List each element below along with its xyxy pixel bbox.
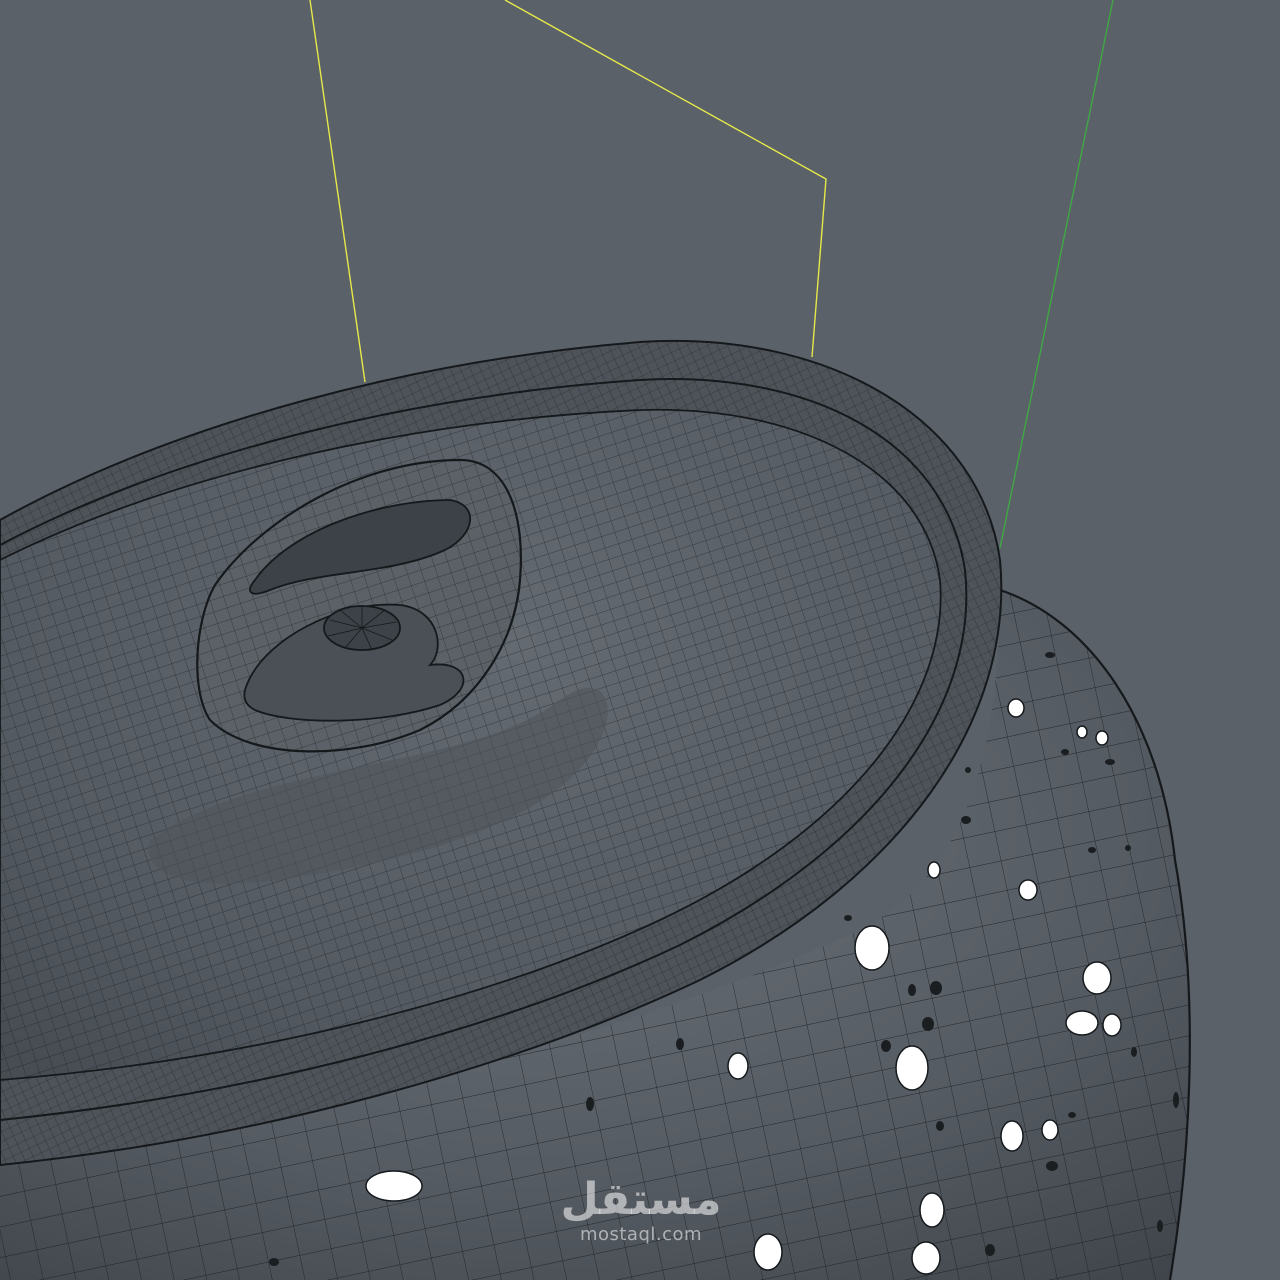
droplet (1018, 879, 1038, 901)
guide-line-secondary (999, 0, 1114, 549)
droplet (1065, 1010, 1099, 1036)
speck (922, 1017, 934, 1031)
guide-line-primary (309, 0, 366, 383)
speck (269, 1258, 279, 1266)
droplet (1076, 725, 1088, 739)
droplet (1007, 698, 1025, 718)
speck (1157, 1220, 1163, 1232)
3d-viewport[interactable]: مستقل mostaql.com (0, 0, 1280, 1280)
droplet (854, 925, 890, 971)
speck (1045, 652, 1055, 658)
droplet (1095, 730, 1109, 746)
speck (1131, 1047, 1137, 1057)
droplet (1000, 1120, 1024, 1152)
droplet (1102, 1013, 1122, 1037)
droplet (919, 1192, 945, 1228)
speck (1125, 845, 1131, 851)
speck (1173, 1092, 1179, 1108)
droplet (927, 861, 941, 879)
speck (985, 1244, 995, 1256)
droplet (911, 1241, 941, 1275)
speck (1046, 1161, 1058, 1171)
speck (881, 1040, 891, 1052)
guide-line-primary-bent (504, 0, 827, 358)
droplet (895, 1045, 929, 1091)
speck (936, 1121, 944, 1131)
speck (586, 1097, 594, 1111)
viewport-canvas[interactable] (0, 0, 1280, 1280)
speck (1105, 759, 1115, 765)
speck (1088, 847, 1096, 853)
droplet (365, 1170, 423, 1202)
droplet (1082, 961, 1112, 995)
speck (1061, 749, 1069, 755)
speck (965, 767, 971, 773)
droplet (727, 1052, 749, 1080)
speck (1068, 1112, 1076, 1118)
speck (930, 981, 942, 995)
droplet (753, 1233, 783, 1271)
speck (961, 816, 971, 824)
speck (908, 984, 916, 996)
droplet (1041, 1119, 1059, 1141)
speck (844, 915, 852, 921)
speck (676, 1038, 684, 1050)
